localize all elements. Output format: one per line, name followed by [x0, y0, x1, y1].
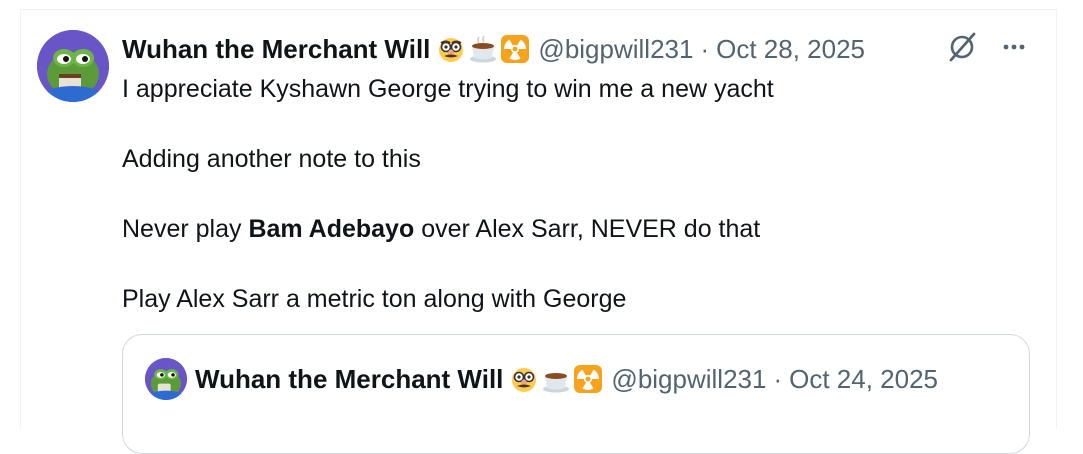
mention-bold: Bam Adebayo — [248, 215, 415, 243]
more-icon[interactable] — [997, 30, 1031, 64]
tweet-line: I appreciate Kyshawn George trying to wi… — [122, 75, 774, 103]
quoted-header-separator: · — [773, 364, 783, 394]
quoted-author-avatar[interactable] — [145, 358, 187, 400]
hot-beverage-emoji — [541, 364, 571, 394]
tweet-text: Never play — [122, 215, 249, 243]
author-name[interactable]: Wuhan the Merchant Will — [122, 33, 430, 65]
quoted-author-handle: @bigpwill231 — [611, 364, 767, 394]
quoted-tweet[interactable]: Wuhan the Merchant Will @bigpwill231 · O… — [122, 334, 1030, 454]
hot-beverage-emoji — [468, 34, 498, 64]
radioactive-emoji — [500, 34, 530, 64]
tweet-body: I appreciate Kyshawn George trying to wi… — [122, 72, 774, 352]
tweet-actions — [945, 30, 1031, 64]
disguised-face-emoji — [436, 34, 466, 64]
header-separator: · — [700, 34, 710, 64]
tweet-text: over Alex Sarr, NEVER do that — [414, 215, 761, 243]
quoted-header: Wuhan the Merchant Will @bigpwill231 · O… — [195, 363, 938, 395]
tweet-line: Play Alex Sarr a metric ton along with G… — [122, 285, 627, 313]
tweet-header: Wuhan the Merchant Will @bigpwill231 · O… — [122, 33, 865, 65]
author-handle[interactable]: @bigpwill231 — [538, 33, 693, 65]
quoted-name-emojis — [509, 364, 603, 394]
author-avatar[interactable] — [37, 30, 109, 102]
radioactive-emoji — [573, 364, 603, 394]
tweet-line: Adding another note to this — [122, 145, 421, 173]
quoted-author-name: Wuhan the Merchant Will — [195, 364, 504, 394]
quoted-tweet-date: Oct 24, 2025 — [789, 364, 939, 394]
disguised-face-emoji — [509, 364, 539, 394]
tweet-line: Never play Bam Adebayo over Alex Sarr, N… — [122, 212, 774, 247]
grok-icon[interactable] — [945, 30, 979, 64]
name-emojis — [436, 34, 530, 64]
tweet-date[interactable]: Oct 28, 2025 — [716, 33, 865, 65]
